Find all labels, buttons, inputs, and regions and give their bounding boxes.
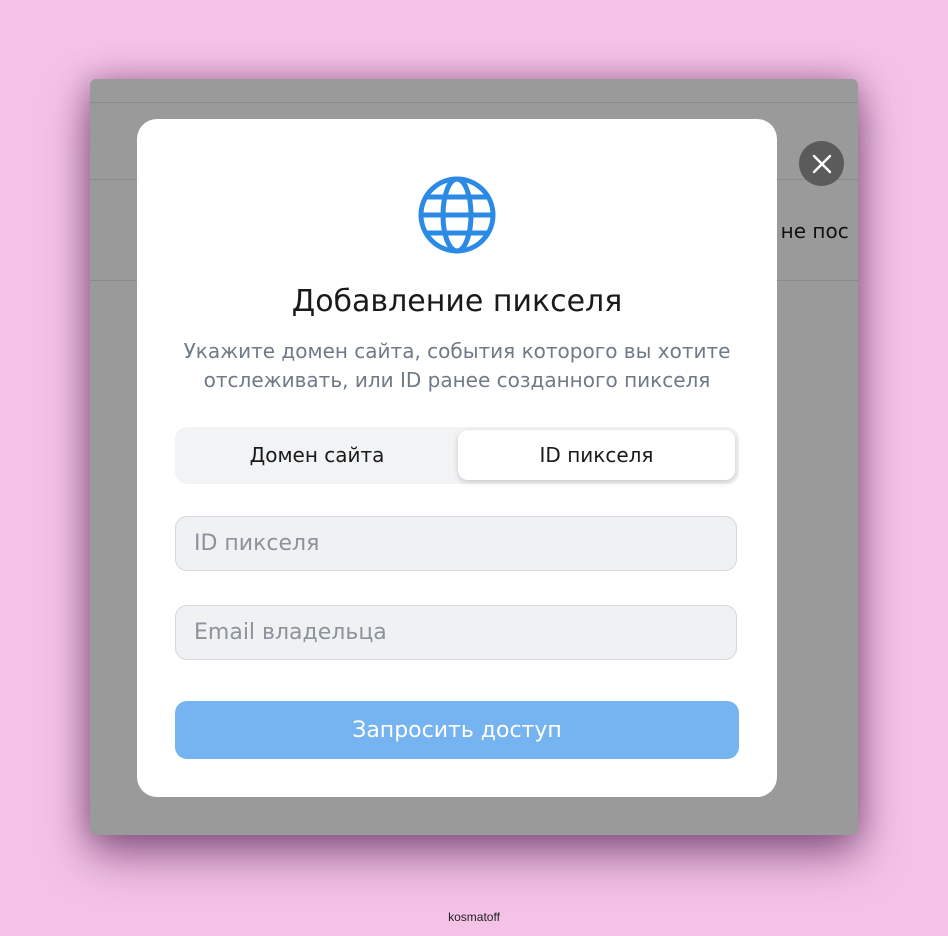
footer-credit: kosmatoff xyxy=(448,910,500,924)
mode-switcher: Домен сайта ID пикселя xyxy=(175,427,739,484)
owner-email-input[interactable] xyxy=(175,605,737,660)
globe-icon xyxy=(418,176,496,254)
modal-title: Добавление пикселя xyxy=(291,284,623,319)
tab-pixel-id[interactable]: ID пикселя xyxy=(458,430,735,480)
close-button[interactable] xyxy=(799,141,844,186)
tab-site-domain[interactable]: Домен сайта xyxy=(178,430,456,480)
modal-subtitle: Укажите домен сайта, события которого вы… xyxy=(177,337,737,395)
subtitle-line: отслеживать, или ID ранее созданного пик… xyxy=(203,368,711,392)
subtitle-line: Укажите домен сайта, события которого вы… xyxy=(183,339,731,363)
background-divider xyxy=(90,102,858,103)
request-access-button[interactable]: Запросить доступ xyxy=(175,701,739,759)
close-icon xyxy=(812,154,831,173)
pixel-id-input[interactable] xyxy=(175,516,737,571)
add-pixel-modal: Добавление пикселя Укажите домен сайта, … xyxy=(137,119,777,797)
